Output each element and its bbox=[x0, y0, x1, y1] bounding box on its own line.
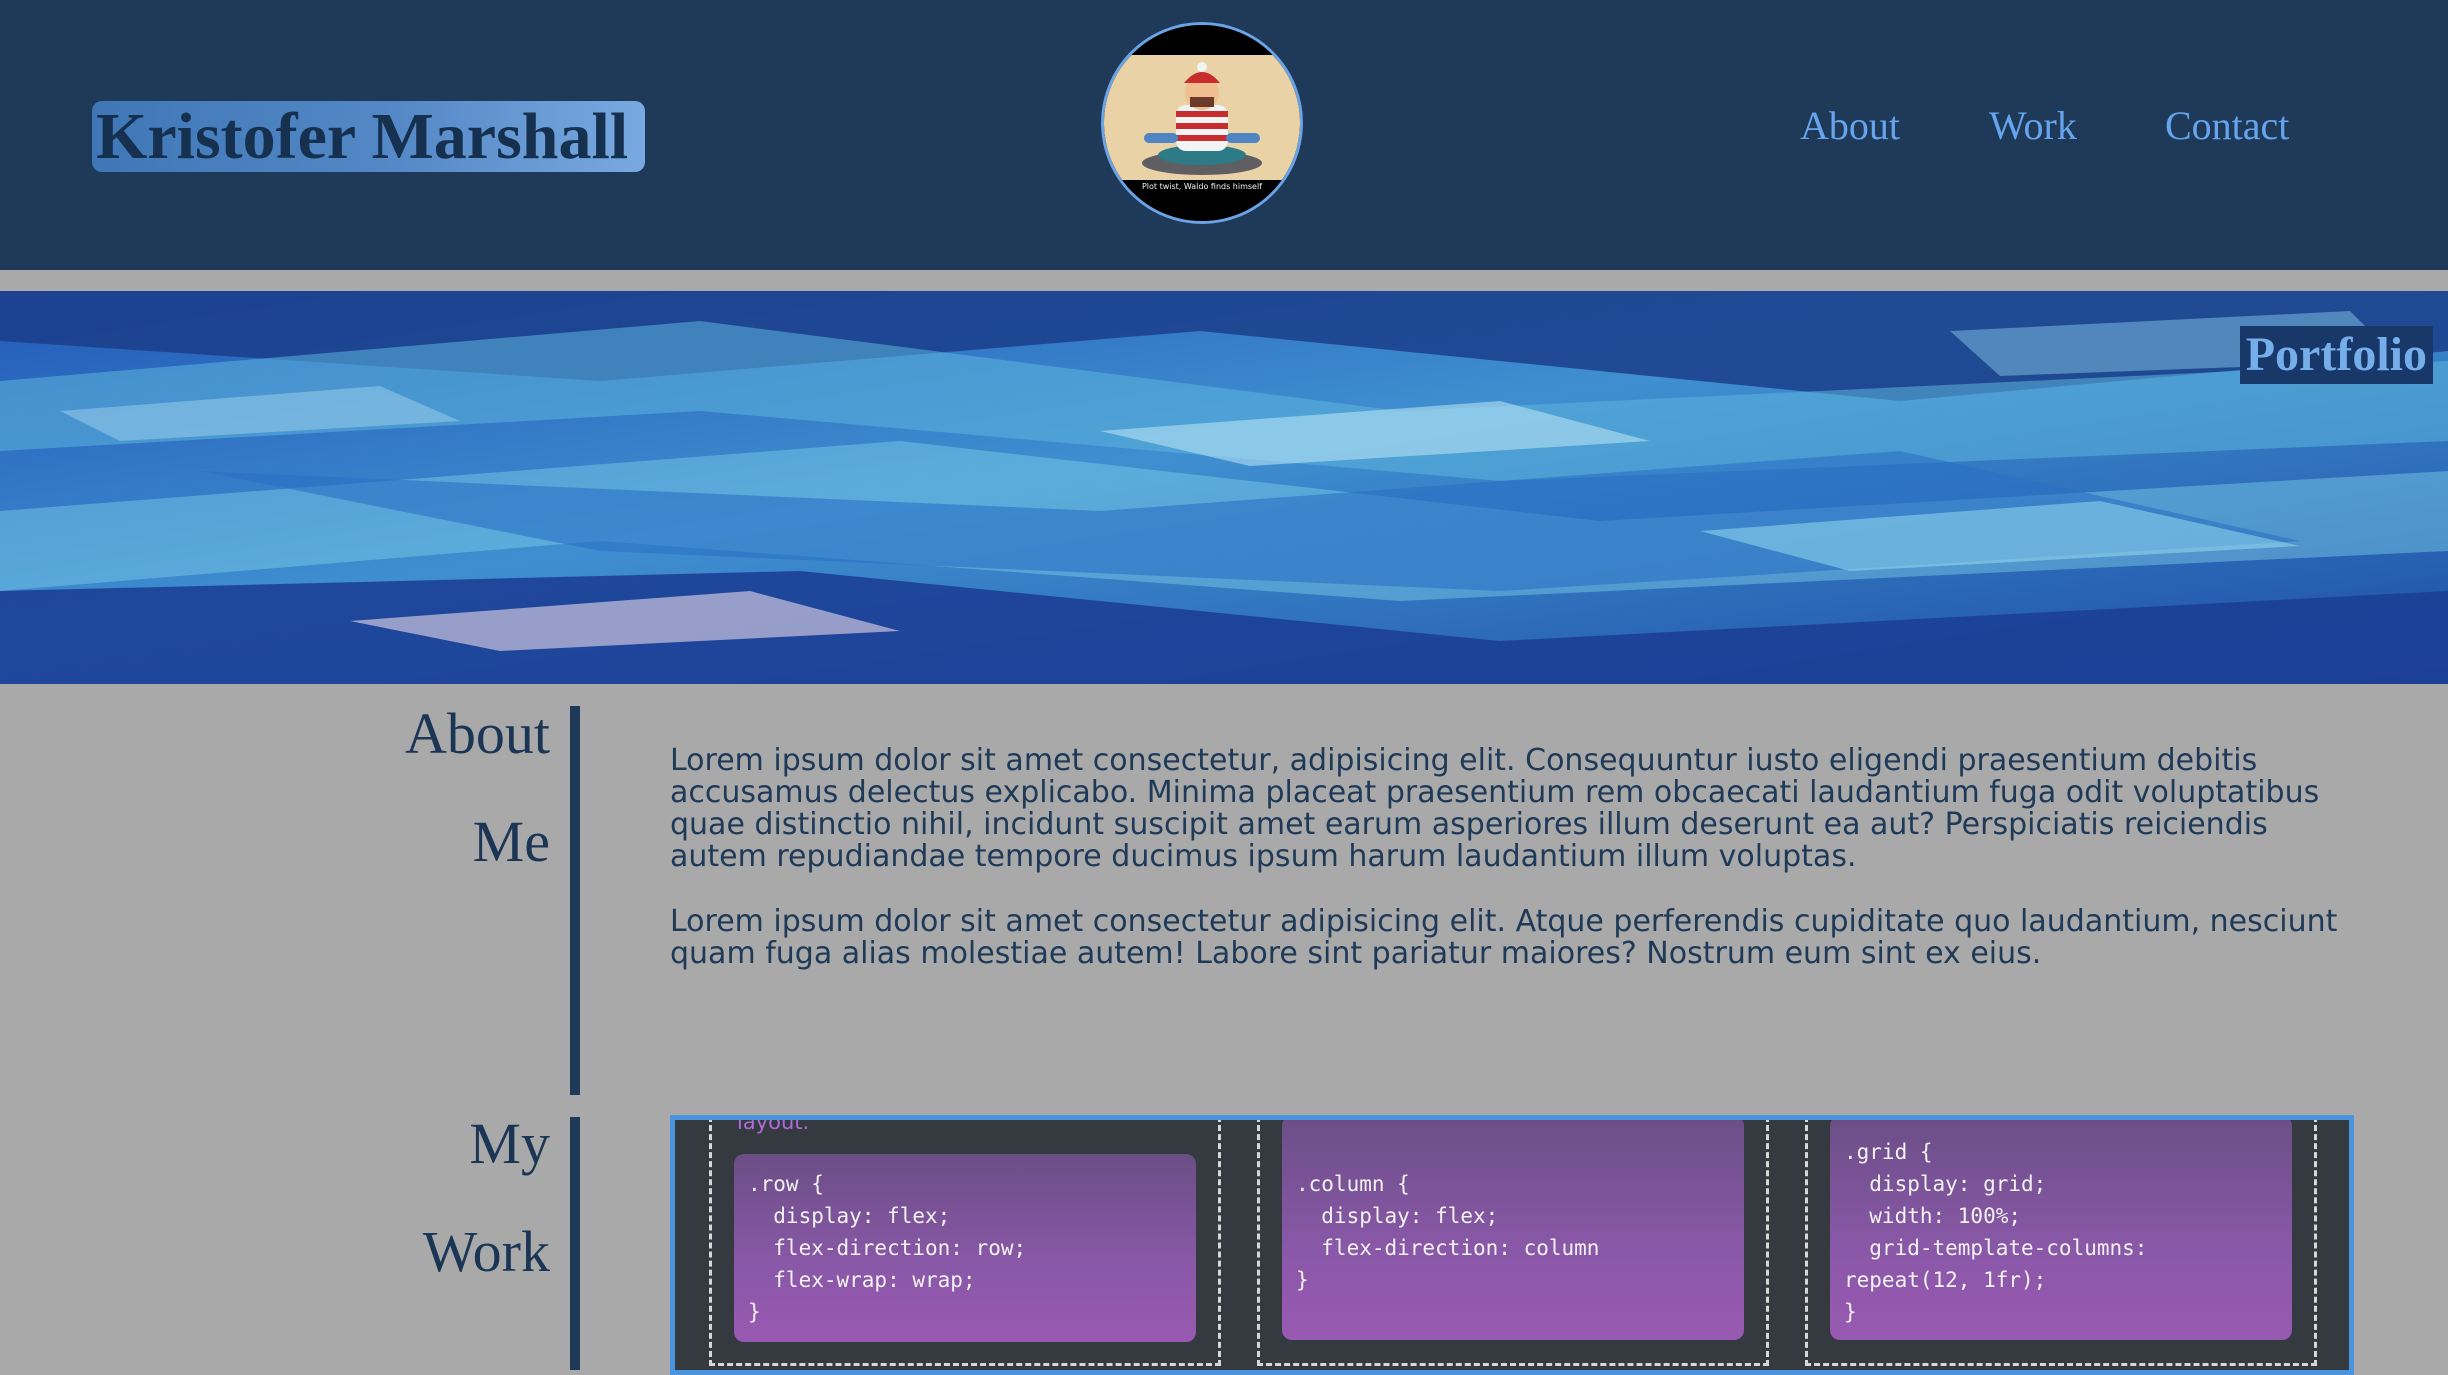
site-brand[interactable]: Kristofer Marshall bbox=[92, 101, 645, 172]
avatar-caption: Plot twist, Waldo finds himself bbox=[1142, 182, 1262, 191]
nav-work-link[interactable]: Work bbox=[1989, 98, 2077, 154]
hero-banner: Portfolio bbox=[0, 291, 2448, 684]
nav-about-link[interactable]: About bbox=[1800, 98, 1900, 154]
about-divider bbox=[570, 706, 580, 1095]
code-sample-row: .row { display: flex; flex-direction: ro… bbox=[734, 1154, 1196, 1342]
about-text: Lorem ipsum dolor sit amet consectetur, … bbox=[670, 745, 2370, 1003]
about-title-text: About Me bbox=[405, 701, 550, 874]
work-divider bbox=[570, 1117, 580, 1370]
abstract-paint-image bbox=[0, 291, 2448, 684]
work-section-title: My Work bbox=[250, 1090, 550, 1306]
avatar: Plot twist, Waldo finds himself bbox=[1101, 22, 1303, 224]
code-sample-grid: .grid { display: grid; width: 100%; grid… bbox=[1830, 1120, 2292, 1340]
code-column-row: .row { display: flex; flex-direction: ro… bbox=[709, 1120, 1221, 1366]
about-section-title: About Me bbox=[250, 680, 550, 896]
work-showcase-card[interactable]: layout. .row { display: flex; flex-direc… bbox=[670, 1115, 2354, 1375]
code-column-column: .column { display: flex; flex-direction:… bbox=[1257, 1120, 1769, 1366]
nav-contact-link[interactable]: Contact bbox=[2165, 98, 2289, 154]
waldo-avatar-image: Plot twist, Waldo finds himself bbox=[1104, 25, 1300, 221]
code-column-grid: .grid { display: grid; width: 100%; grid… bbox=[1805, 1120, 2317, 1366]
portfolio-label: Portfolio bbox=[2239, 326, 2433, 384]
about-paragraph-1: Lorem ipsum dolor sit amet consectetur, … bbox=[670, 743, 2320, 874]
work-title-text: My Work bbox=[422, 1111, 550, 1284]
about-paragraph-2: Lorem ipsum dolor sit amet consectetur a… bbox=[670, 904, 2338, 971]
site-header: Kristofer Marshall Plot twist, Waldo fin… bbox=[0, 0, 2448, 270]
code-sample-column: .column { display: flex; flex-direction:… bbox=[1282, 1120, 1744, 1340]
